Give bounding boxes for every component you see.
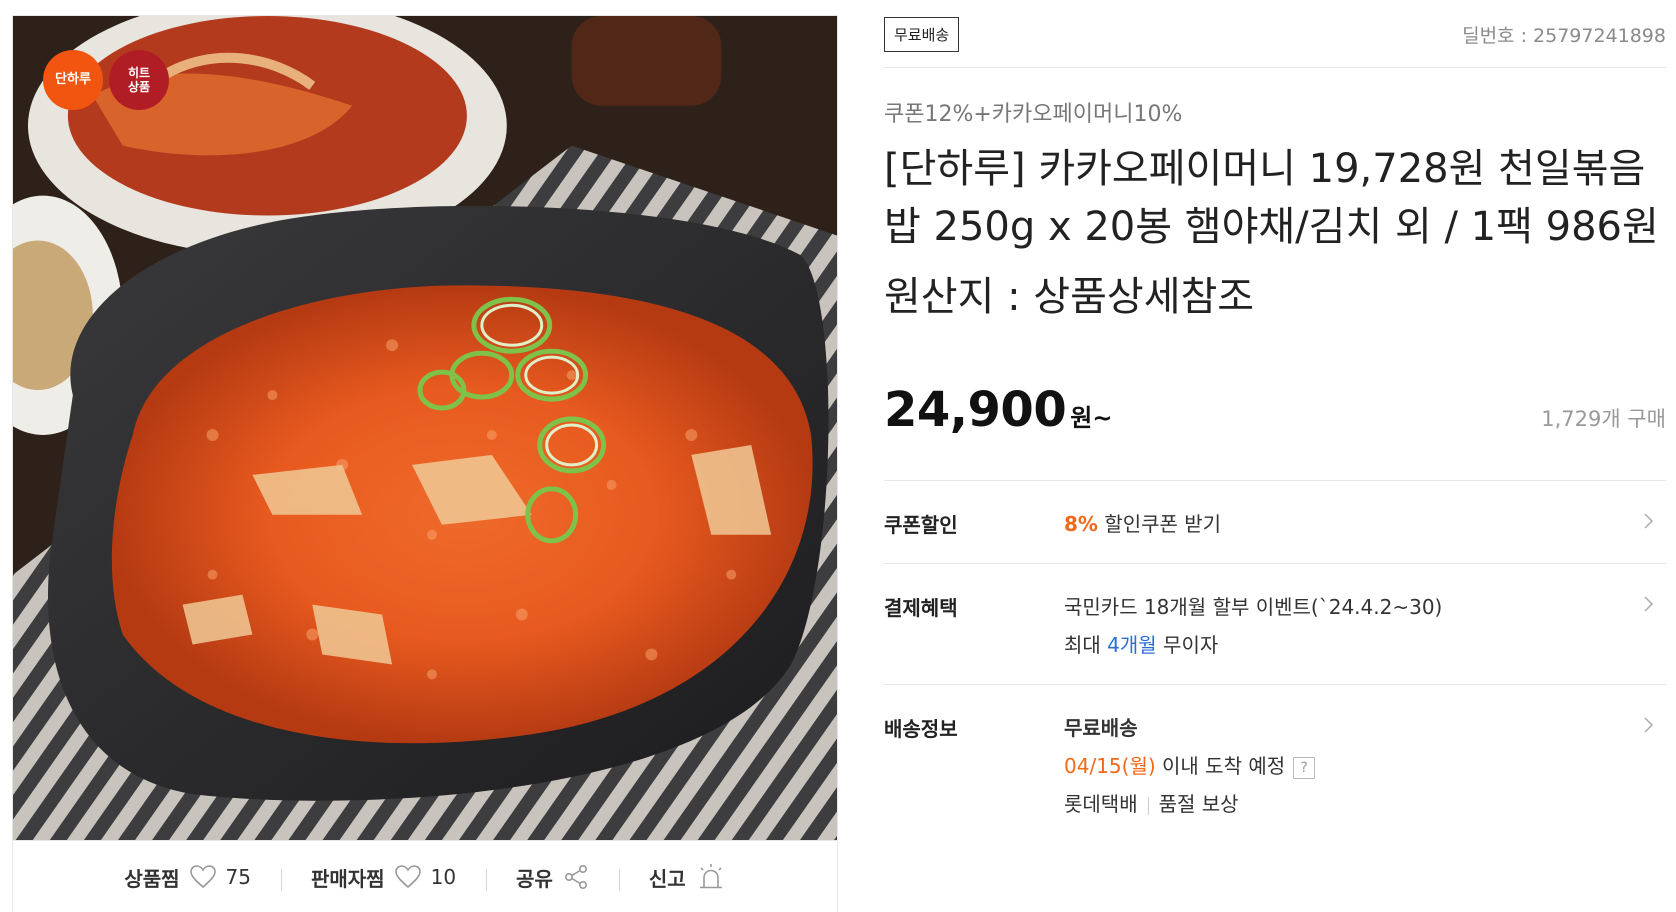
seller-wish-button[interactable]: 판매자찜 10: [280, 863, 486, 892]
payment-benefit-label: 결제혜택: [884, 596, 958, 620]
shipping-title: 무료배송: [1064, 716, 1138, 740]
payment-benefit-line1: 국민카드 18개월 할부 이벤트(`24.4.2~30): [1064, 595, 1443, 619]
chevron-right-icon: [1644, 717, 1654, 733]
payment-benefit-row[interactable]: 결제혜택 국민카드 18개월 할부 이벤트(`24.4.2~30) 최대 4개월…: [884, 564, 1666, 684]
siren-icon: [696, 863, 726, 891]
chevron-right-icon: [1644, 596, 1654, 612]
price-value: 24,900: [884, 382, 1067, 438]
share-icon: [563, 864, 589, 890]
help-icon[interactable]: ?: [1293, 756, 1316, 779]
product-origin: 원산지 : 상품상세참조: [884, 274, 1255, 320]
danharu-badge: 단하루: [43, 50, 103, 110]
delivery-estimate: 04/15(월) 이내 도착 예정?: [1064, 747, 1666, 785]
coupon-discount-row[interactable]: 쿠폰할인 8% 할인쿠폰 받기: [884, 481, 1666, 563]
purchase-count: 1,729개 구매: [1541, 407, 1666, 431]
product-title: [단하루] 카카오페이머니 19,728원 천일볶음밥 250g x 20봉 햄…: [884, 146, 1659, 250]
fried-rice-photo: [13, 16, 837, 840]
product-image[interactable]: 단하루 히트 상품: [12, 15, 838, 841]
carrier-name: 롯데택배: [1064, 792, 1138, 816]
payment-benefit-content: 국민카드 18개월 할부 이벤트(`24.4.2~30) 최대 4개월 무이자: [1064, 588, 1666, 664]
shipping-info-row[interactable]: 배송정보 무료배송 04/15(월) 이내 도착 예정? 롯데택배 품절 보상: [884, 685, 1666, 843]
shipping-info-label: 배송정보: [884, 717, 958, 741]
installment-prefix: 최대: [1064, 633, 1108, 657]
delivery-suffix: 이내 도착 예정: [1155, 754, 1286, 778]
product-wish-button[interactable]: 상품찜 75: [94, 863, 281, 892]
product-info-panel: 무료배송 딜번호 : 25797241898 쿠폰12%+카카오페이머니10% …: [884, 15, 1666, 843]
installment-suffix: 무이자: [1156, 633, 1219, 657]
price-row: 24,900 원~ 1,729개 구매: [884, 382, 1666, 444]
payment-benefit-line2: 최대 4개월 무이자: [1064, 626, 1666, 664]
seller-wish-count: 10: [430, 865, 457, 889]
delivery-date: 04/15(월): [1064, 754, 1156, 778]
heart-icon: [394, 865, 421, 889]
product-wish-count: 75: [225, 865, 251, 889]
coupon-discount-content: 8% 할인쿠폰 받기: [1064, 505, 1666, 543]
coupon-text: 할인쿠폰 받기: [1104, 512, 1222, 536]
report-button[interactable]: 신고: [618, 863, 756, 892]
info-top-row: 무료배송 딜번호 : 25797241898: [884, 15, 1666, 53]
share-label: 공유: [516, 866, 553, 891]
hit-product-badge: 히트 상품: [109, 50, 169, 110]
divider: [884, 67, 1666, 68]
chevron-right-icon: [1644, 513, 1654, 529]
product-wish-label: 상품찜: [124, 866, 180, 891]
separator: [1147, 796, 1149, 815]
report-label: 신고: [648, 866, 686, 891]
heart-icon: [189, 865, 216, 889]
seller-wish-label: 판매자찜: [310, 866, 385, 891]
installment-months: 4개월: [1107, 633, 1157, 657]
coupon-percent: 8%: [1064, 512, 1098, 536]
deal-number: 딜번호 : 25797241898: [1462, 24, 1666, 47]
product-action-bar: 상품찜 75 판매자찜 10 공유 신고: [12, 842, 838, 912]
share-button[interactable]: 공유: [486, 863, 619, 892]
coupon-info: 쿠폰12%+카카오페이머니10%: [884, 102, 1183, 127]
shipping-info-content: 무료배송 04/15(월) 이내 도착 예정? 롯데택배 품절 보상: [1064, 709, 1666, 823]
coupon-discount-label: 쿠폰할인: [884, 513, 958, 537]
shipping-carrier-line: 롯데택배 품절 보상: [1064, 785, 1666, 823]
price-unit: 원~: [1070, 404, 1113, 432]
soldout-compensation: 품절 보상: [1158, 792, 1239, 816]
free-shipping-tag: 무료배송: [884, 16, 960, 52]
price: 24,900 원~: [884, 382, 1112, 438]
